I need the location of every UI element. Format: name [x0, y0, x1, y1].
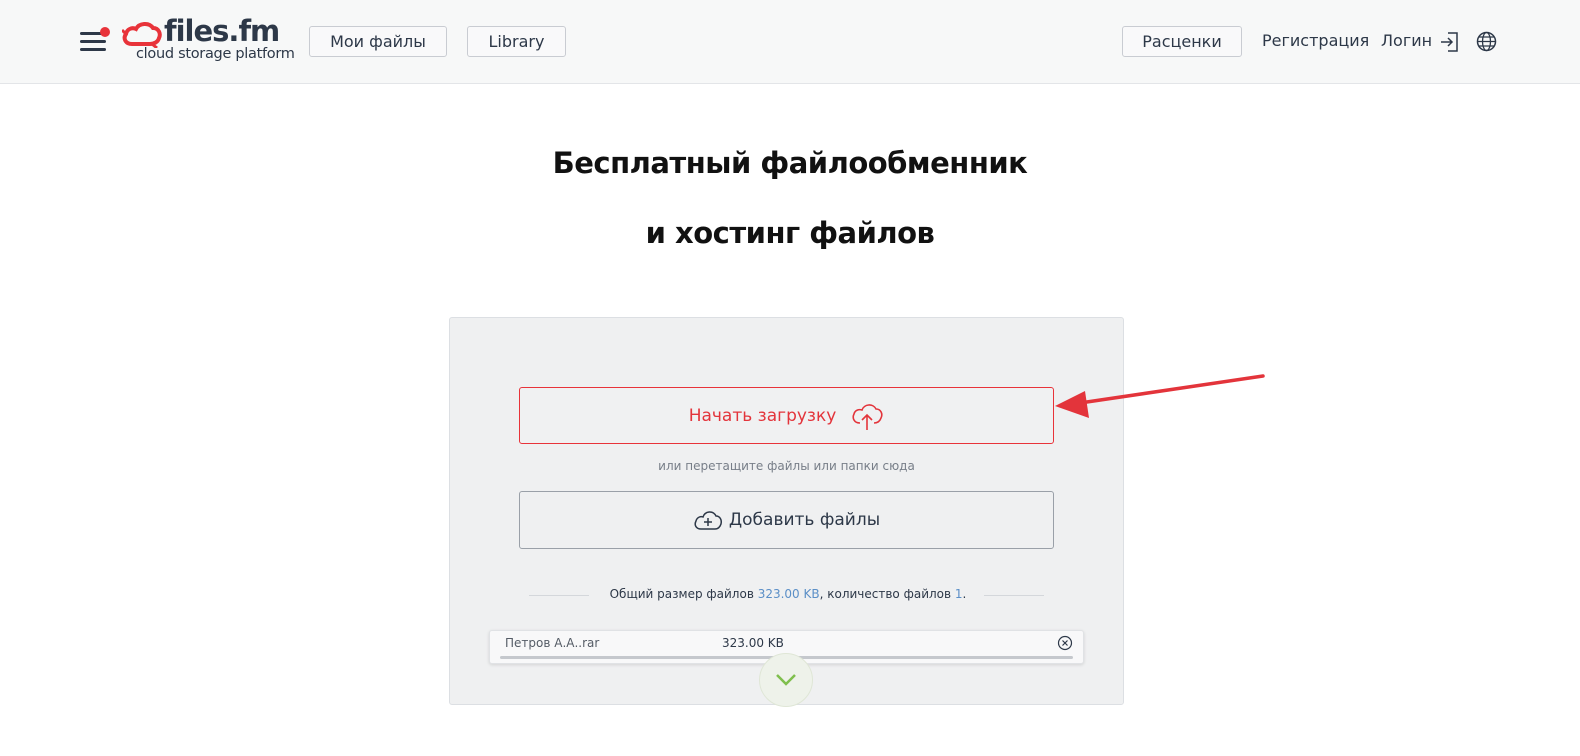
register-link[interactable]: Регистрация — [1262, 31, 1369, 50]
logo-tagline: cloud storage platform — [136, 46, 295, 62]
drop-hint-text: или перетащите файлы или папки сюда — [658, 459, 915, 473]
language-globe-icon[interactable] — [1476, 31, 1497, 52]
page-title-line1: Бесплатный файлообменник — [552, 146, 1028, 180]
login-link[interactable]: Логин — [1381, 31, 1432, 50]
chevron-down-icon — [776, 674, 796, 686]
summary-prefix: Общий размер файлов — [609, 587, 758, 601]
my-files-button[interactable]: Мои файлы — [309, 26, 447, 57]
file-size: 323.00 KB — [722, 636, 784, 650]
library-button[interactable]: Library — [467, 26, 566, 57]
summary-middle: , количество файлов — [819, 587, 955, 601]
start-upload-label: Начать загрузку — [688, 405, 837, 426]
logo[interactable]: files.fm cloud storage platform — [122, 14, 295, 66]
add-files-button[interactable]: Добавить файлы — [519, 491, 1054, 549]
summary-file-count: 1 — [954, 587, 963, 601]
summary-suffix: . — [962, 587, 967, 601]
pricing-button[interactable]: Расценки — [1122, 26, 1242, 57]
file-name: Петров А.А..rar — [505, 636, 600, 650]
cloud-add-icon — [694, 511, 722, 530]
summary-total-size: 323.00 KB — [757, 587, 820, 601]
remove-file-icon[interactable] — [1057, 635, 1073, 651]
files-summary: Общий размер файлов 323.00 KB, количеств… — [560, 587, 1016, 601]
login-icon[interactable] — [1440, 31, 1460, 53]
cloud-upload-icon — [852, 403, 883, 430]
logo-cloud-icon — [122, 22, 162, 48]
page-title-line2: и хостинг файлов — [645, 216, 935, 250]
notification-dot — [100, 27, 110, 37]
add-files-label: Добавить файлы — [728, 510, 881, 530]
scroll-down-button[interactable] — [759, 653, 813, 707]
logo-name: files.fm — [164, 14, 280, 48]
top-header: files.fm cloud storage platform Мои файл… — [0, 0, 1580, 84]
start-upload-button[interactable]: Начать загрузку — [519, 387, 1054, 444]
